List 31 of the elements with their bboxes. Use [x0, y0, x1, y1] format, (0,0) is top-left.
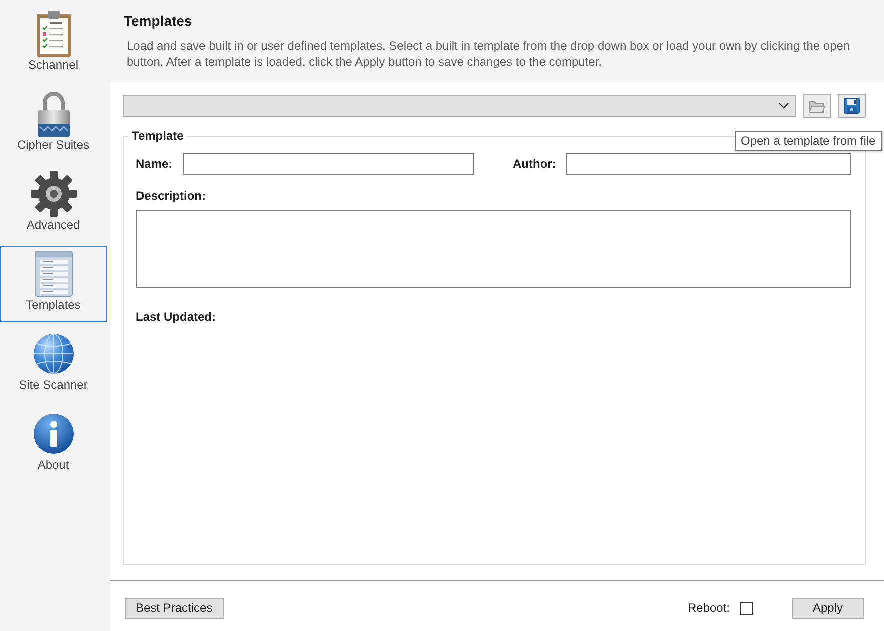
info-icon: [34, 414, 74, 454]
field-label: Last Updated:: [136, 310, 216, 324]
sidebar-item[interactable]: Advanced: [0, 166, 107, 242]
clipboard-icon: [36, 11, 70, 57]
sidebar-item[interactable]: Templates: [0, 246, 107, 322]
chevron-down-icon: [779, 103, 789, 109]
page-description: Load and save built in or user defined templates. Select a built in template from the drop down box or load your own by clicking the open button. After a template is loaded, click the Apply button to save changes to the computer.: [127, 38, 852, 70]
sidebar-item[interactable]: About: [0, 406, 107, 482]
open-button[interactable]: [803, 94, 831, 118]
save-button[interactable]: [838, 94, 866, 118]
field-label: Author:: [513, 157, 556, 171]
tooltip: Open a template from file: [735, 131, 882, 151]
sidebar-item[interactable]: Schannel: [0, 6, 107, 82]
apply-button[interactable]: Apply: [792, 598, 864, 618]
folder-icon: [809, 100, 825, 112]
best-practices-button[interactable]: Best Practices: [125, 598, 224, 618]
field-label: Name:: [136, 157, 173, 171]
text-field[interactable]: [182, 153, 474, 175]
gear-icon: [30, 171, 76, 217]
text-field[interactable]: [566, 153, 851, 175]
field-label: Description:: [136, 189, 206, 203]
group-title: Template: [131, 129, 185, 143]
sidebar-item[interactable]: Cipher Suites: [0, 86, 107, 162]
reboot-label: Reboot:: [688, 601, 730, 615]
globe-icon: [34, 334, 74, 374]
sidebar-item[interactable]: Site Scanner: [0, 326, 107, 402]
text-area[interactable]: [136, 210, 851, 288]
page-title: Templates: [124, 12, 194, 30]
list-window-icon: [34, 251, 72, 297]
reboot-checkbox[interactable]: [740, 602, 753, 614]
padlock-icon: [36, 91, 70, 137]
